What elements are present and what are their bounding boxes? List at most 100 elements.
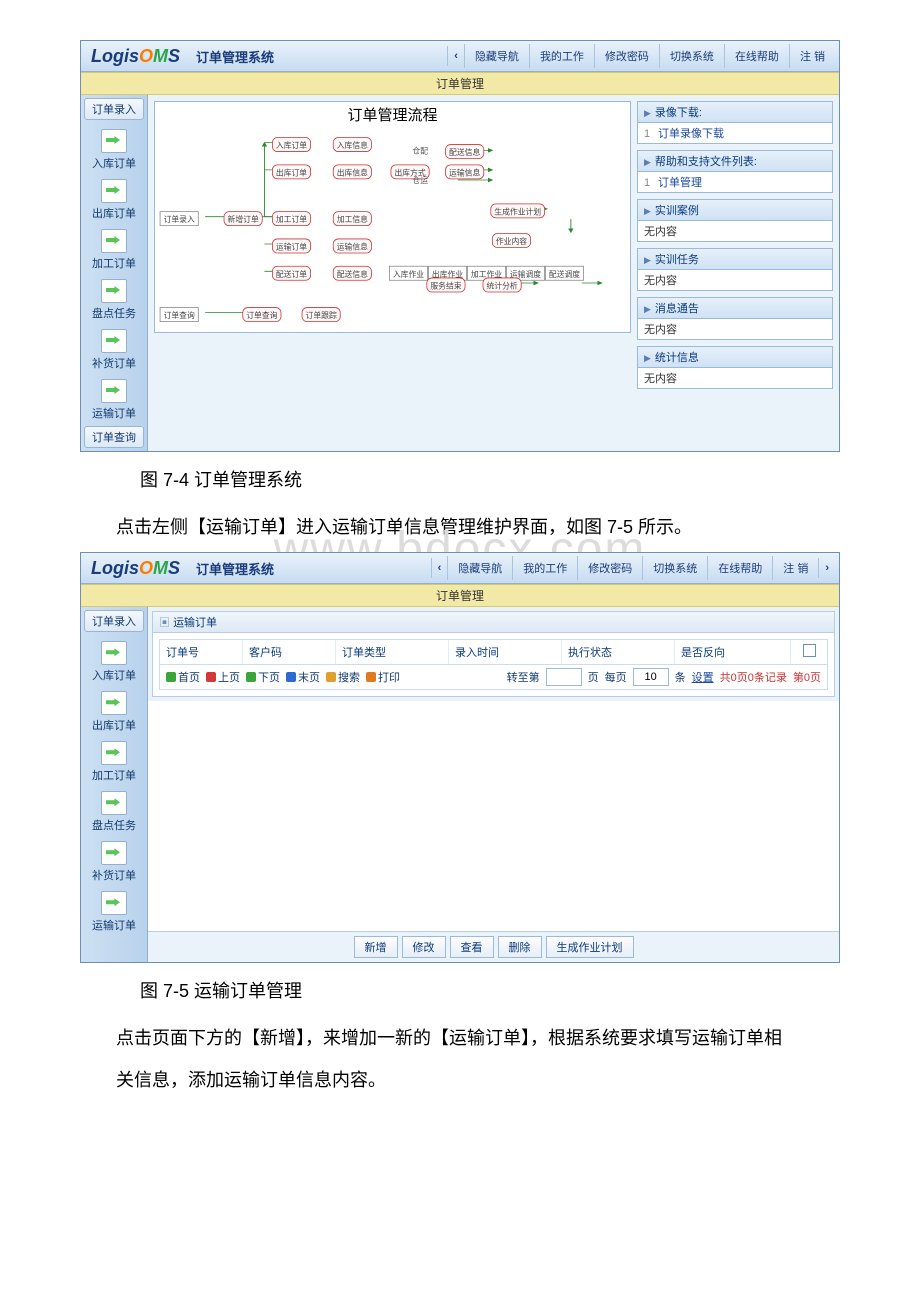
tb-next[interactable]: 下页 bbox=[246, 669, 280, 685]
flow-node: 配送信息 bbox=[333, 266, 372, 281]
tb-first[interactable]: 首页 bbox=[166, 669, 200, 685]
btn-add[interactable]: 新增 bbox=[354, 936, 398, 958]
nav-mywork[interactable]: 我的工作 bbox=[512, 556, 577, 580]
panel-header: 录像下载: bbox=[638, 102, 832, 123]
perpage-input[interactable] bbox=[633, 668, 669, 686]
panel-case: 实训案例 无内容 bbox=[637, 199, 833, 242]
flow-label: 仓配 bbox=[412, 144, 428, 156]
sidebar-tab-input[interactable]: 订单录入 bbox=[84, 610, 144, 632]
flow-node: 配送信息 bbox=[445, 144, 484, 159]
grid-panel: 运输订单 订单号 客户码 订单类型 录入时间 执行状态 是否反向 bbox=[152, 611, 835, 697]
sidebar-item-inventory[interactable]: 盘点任务 bbox=[81, 273, 147, 323]
panel-header: 帮助和支持文件列表: bbox=[638, 151, 832, 172]
sidebar-item-processing[interactable]: 加工订单 bbox=[81, 223, 147, 273]
col-time[interactable]: 录入时间 bbox=[449, 640, 562, 664]
flow-diagram: 订单管理流程 bbox=[154, 101, 631, 333]
nav-switch[interactable]: 切换系统 bbox=[659, 44, 724, 68]
nav-switch[interactable]: 切换系统 bbox=[642, 556, 707, 580]
panel-body: 无内容 bbox=[638, 368, 832, 388]
nav-mywork[interactable]: 我的工作 bbox=[529, 44, 594, 68]
doc-arrow-icon bbox=[101, 691, 127, 715]
btn-generate-plan[interactable]: 生成作业计划 bbox=[546, 936, 634, 958]
sidebar-item-label: 出库订单 bbox=[92, 208, 136, 220]
sidebar-item-inventory[interactable]: 盘点任务 bbox=[81, 785, 147, 835]
sidebar-item-processing[interactable]: 加工订单 bbox=[81, 735, 147, 785]
nav-hide[interactable]: 隐藏导航 bbox=[447, 556, 512, 580]
checkbox-icon[interactable] bbox=[803, 644, 816, 657]
footer-buttons: 新增 修改 查看 删除 生成作业计划 bbox=[148, 931, 839, 962]
sidebar-item-label: 出库订单 bbox=[92, 720, 136, 732]
sidebar-item-outbound[interactable]: 出库订单 bbox=[81, 685, 147, 735]
paragraph-2: 点击页面下方的【新增】，来增加一新的【运输订单】，根据系统要求填写运输订单相 bbox=[80, 1021, 840, 1055]
flow-node: 加工信息 bbox=[333, 211, 372, 226]
col-customer[interactable]: 客户码 bbox=[243, 640, 336, 664]
sidebar-item-replenish[interactable]: 补货订单 bbox=[81, 835, 147, 885]
sidebar-item-transport[interactable]: 运输订单 bbox=[81, 373, 147, 423]
download-link[interactable]: 订单录像下载 bbox=[658, 128, 724, 140]
col-status[interactable]: 执行状态 bbox=[562, 640, 675, 664]
figure-caption-1: 图 7-4 订单管理系统 bbox=[140, 466, 840, 492]
nav-help[interactable]: 在线帮助 bbox=[707, 556, 772, 580]
col-type[interactable]: 订单类型 bbox=[336, 640, 449, 664]
tb-setting[interactable]: 设置 bbox=[692, 669, 714, 685]
last-icon bbox=[286, 672, 296, 682]
panel-body: 无内容 bbox=[638, 221, 832, 241]
flow-node: 生成作业计划 bbox=[490, 203, 545, 218]
tb-print[interactable]: 打印 bbox=[366, 669, 400, 685]
nav-next-arrow[interactable]: › bbox=[818, 558, 835, 578]
grid-empty-area bbox=[148, 701, 839, 931]
goto-input[interactable] bbox=[546, 668, 582, 686]
col-checkbox[interactable] bbox=[791, 640, 827, 664]
sidebar-item-inbound[interactable]: 入库订单 bbox=[81, 635, 147, 685]
tb-last[interactable]: 末页 bbox=[286, 669, 320, 685]
sidebar-item-inbound[interactable]: 入库订单 bbox=[81, 123, 147, 173]
nav-prev-arrow[interactable]: ‹ bbox=[431, 558, 448, 578]
topbar: Logis O M S 订单管理系统 ‹ 隐藏导航 我的工作 修改密码 切换系统… bbox=[81, 553, 839, 584]
col-reverse[interactable]: 是否反向 bbox=[675, 640, 791, 664]
flow-node: 作业内容 bbox=[492, 233, 531, 248]
top-nav: ‹ 隐藏导航 我的工作 修改密码 切换系统 在线帮助 注 销 › bbox=[431, 556, 839, 580]
doc-arrow-icon bbox=[101, 641, 127, 665]
nav-changepw[interactable]: 修改密码 bbox=[577, 556, 642, 580]
sidebar-item-transport[interactable]: 运输订单 bbox=[81, 885, 147, 935]
btn-edit[interactable]: 修改 bbox=[402, 936, 446, 958]
btn-delete[interactable]: 删除 bbox=[498, 936, 542, 958]
nav-hide[interactable]: 隐藏导航 bbox=[464, 44, 529, 68]
flow-label: 仓运 bbox=[412, 174, 428, 186]
sidebar: 订单录入 入库订单 出库订单 加工订单 盘点任务 补货订单 运输订单 bbox=[81, 607, 148, 962]
sidebar-item-label: 入库订单 bbox=[92, 670, 136, 682]
col-orderno[interactable]: 订单号 bbox=[160, 640, 243, 664]
prev-icon bbox=[206, 672, 216, 682]
flow-node: 运输信息 bbox=[445, 164, 484, 179]
doc-arrow-icon bbox=[101, 279, 127, 303]
sub-bar: 订单管理 bbox=[81, 72, 839, 95]
sidebar-item-label: 盘点任务 bbox=[92, 820, 136, 832]
flow-node: 出库信息 bbox=[333, 164, 372, 179]
sidebar-item-label: 盘点任务 bbox=[92, 308, 136, 320]
app-window-2: Logis O M S 订单管理系统 ‹ 隐藏导航 我的工作 修改密码 切换系统… bbox=[80, 552, 840, 963]
tb-prev[interactable]: 上页 bbox=[206, 669, 240, 685]
system-title: 订单管理系统 bbox=[190, 559, 274, 578]
btn-view[interactable]: 查看 bbox=[450, 936, 494, 958]
nav-logout[interactable]: 注 销 bbox=[789, 44, 835, 68]
nav-help[interactable]: 在线帮助 bbox=[724, 44, 789, 68]
sidebar-tab-query[interactable]: 订单查询 bbox=[84, 426, 144, 448]
doc-arrow-icon bbox=[101, 379, 127, 403]
help-link[interactable]: 订单管理 bbox=[658, 177, 702, 189]
system-title: 订单管理系统 bbox=[190, 47, 274, 66]
flow-node: 配送订单 bbox=[272, 266, 311, 281]
next-icon bbox=[246, 672, 256, 682]
nav-changepw[interactable]: 修改密码 bbox=[594, 44, 659, 68]
summary: 共0页0条记录 bbox=[720, 669, 787, 685]
flow-node: 统计分析 bbox=[483, 278, 522, 293]
panel-body: 无内容 bbox=[638, 270, 832, 290]
flow-node: 入库订单 bbox=[272, 137, 311, 152]
sidebar-item-replenish[interactable]: 补货订单 bbox=[81, 323, 147, 373]
sidebar-tab-input[interactable]: 订单录入 bbox=[84, 98, 144, 120]
nav-logout[interactable]: 注 销 bbox=[772, 556, 818, 580]
current-page: 第0页 bbox=[793, 669, 821, 685]
nav-prev-arrow[interactable]: ‹ bbox=[447, 46, 464, 66]
sidebar-item-outbound[interactable]: 出库订单 bbox=[81, 173, 147, 223]
tb-search[interactable]: 搜索 bbox=[326, 669, 360, 685]
search-icon bbox=[326, 672, 336, 682]
